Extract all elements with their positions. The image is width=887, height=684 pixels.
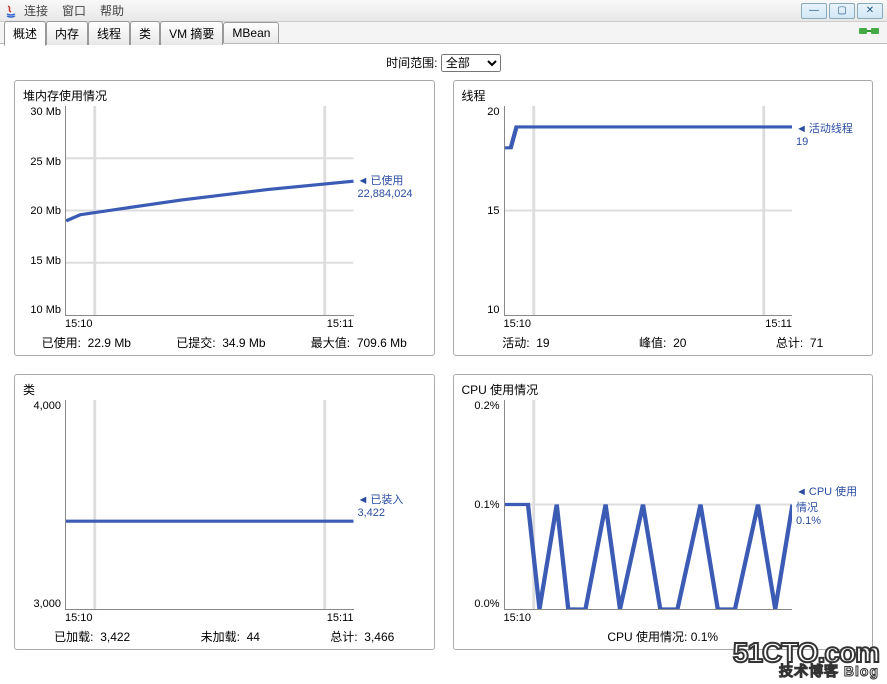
maximize-button[interactable]: ▢ <box>829 3 855 19</box>
classes-panel: 类 4,000 3,000 ◄已装入 3,422 15:1 <box>14 374 435 650</box>
heap-panel: 堆内存使用情况 30 Mb 25 Mb 20 Mb 15 Mb 10 Mb ◄已 <box>14 80 435 356</box>
tab-mbean[interactable]: MBean <box>223 22 279 43</box>
close-button[interactable]: ✕ <box>857 3 883 19</box>
menu-connect[interactable]: 连接 <box>24 2 48 19</box>
java-icon <box>4 4 18 18</box>
heap-stats: 已使用: 22.9 Mb 已提交: 34.9 Mb 最大值: 709.6 Mb <box>23 334 426 351</box>
tab-classes[interactable]: 类 <box>130 21 160 45</box>
threads-stats: 活动: 19 峰值: 20 总计: 71 <box>462 334 865 351</box>
cpu-usage-label: ◄CPU 使用情况 0.1% <box>792 400 864 610</box>
classes-stats: 已加载: 3,422 未加载: 44 总计: 3,466 <box>23 628 426 645</box>
menu-window[interactable]: 窗口 <box>62 2 86 19</box>
menu-help[interactable]: 帮助 <box>100 2 124 19</box>
time-range-select[interactable]: 全部 <box>441 54 501 72</box>
cpu-title: CPU 使用情况 <box>462 381 865 398</box>
threads-live-label: ◄活动线程 19 <box>792 106 864 316</box>
tab-memory[interactable]: 内存 <box>46 21 88 45</box>
content-area: 时间范围: 全部 堆内存使用情况 30 Mb 25 Mb 20 Mb 15 Mb… <box>0 44 887 660</box>
heap-y-axis: 30 Mb 25 Mb 20 Mb 15 Mb 10 Mb <box>23 106 65 316</box>
tab-threads[interactable]: 线程 <box>88 21 130 45</box>
cpu-chart[interactable] <box>504 400 793 610</box>
time-range-control: 时间范围: 全部 <box>14 54 873 72</box>
minimize-button[interactable]: — <box>801 3 827 19</box>
heap-used-label: ◄已使用 22,884,024 <box>354 106 426 316</box>
heap-chart[interactable] <box>65 106 354 316</box>
classes-title: 类 <box>23 381 426 398</box>
tab-overview[interactable]: 概述 <box>4 21 46 46</box>
tab-bar: 概述 内存 线程 类 VM 摘要 MBean <box>0 22 887 44</box>
heap-title: 堆内存使用情况 <box>23 87 426 104</box>
watermark: 51CTO.com 技术博客 Blog <box>733 640 879 678</box>
threads-chart[interactable] <box>504 106 793 316</box>
classes-y-axis: 4,000 3,000 <box>23 400 65 610</box>
time-range-label: 时间范围: <box>386 56 437 70</box>
threads-x-axis: 15:10 15:11 <box>462 316 865 330</box>
classes-chart[interactable] <box>65 400 354 610</box>
cpu-x-axis: 15:10 <box>462 610 865 624</box>
connection-icon <box>859 24 879 38</box>
tab-vm[interactable]: VM 摘要 <box>160 21 223 45</box>
heap-x-axis: 15:10 15:11 <box>23 316 426 330</box>
classes-loaded-label: ◄已装入 3,422 <box>354 400 426 610</box>
threads-title: 线程 <box>462 87 865 104</box>
title-bar: 连接 窗口 帮助 — ▢ ✕ <box>0 0 887 22</box>
threads-y-axis: 20 15 10 <box>462 106 504 316</box>
cpu-y-axis: 0.2% 0.1% 0.0% <box>462 400 504 610</box>
cpu-panel: CPU 使用情况 0.2% 0.1% 0.0% ◄CPU 使用情况 0.1% <box>453 374 874 650</box>
classes-x-axis: 15:10 15:11 <box>23 610 426 624</box>
threads-panel: 线程 20 15 10 ◄活动线程 19 <box>453 80 874 356</box>
